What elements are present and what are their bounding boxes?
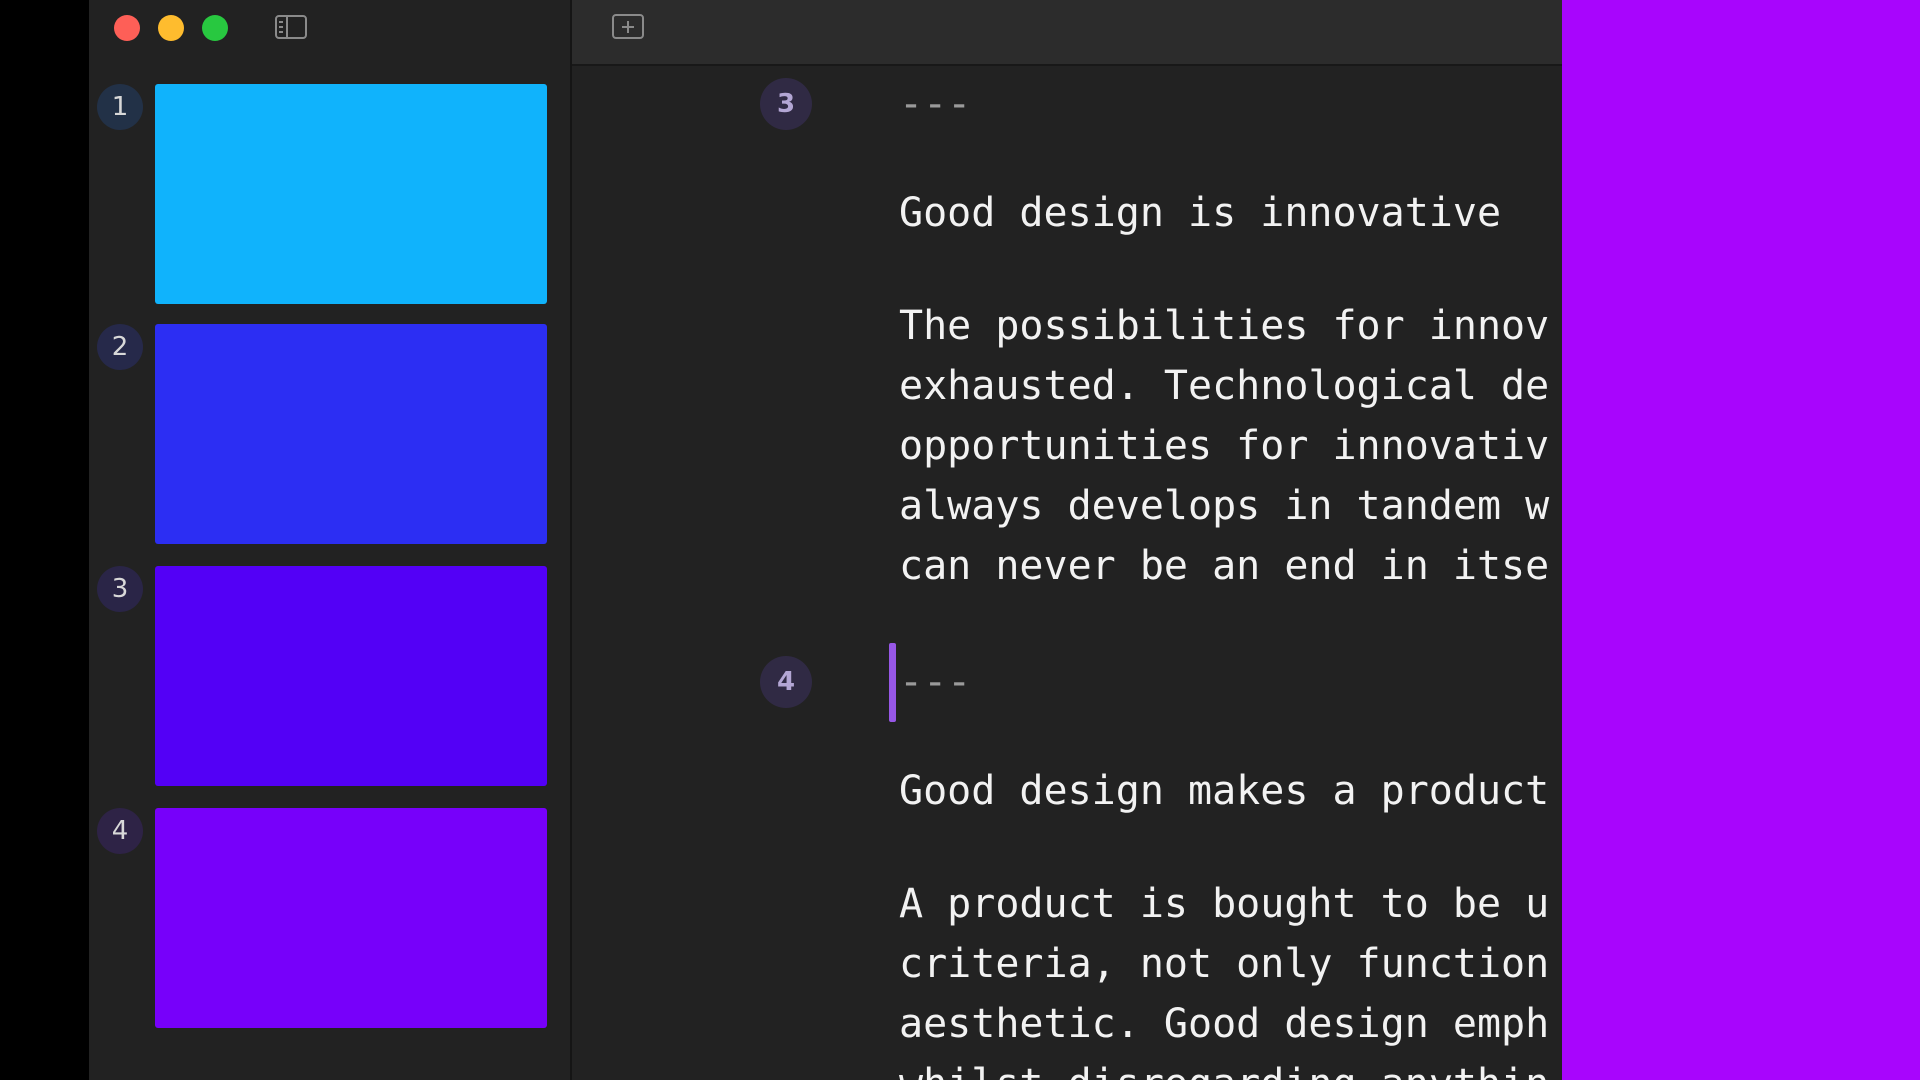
close-button[interactable] [114, 15, 140, 41]
slide-number-badge: 1 [97, 84, 143, 130]
slide-sidebar: 1 2 3 4 [89, 0, 572, 1080]
plus-square-icon[interactable] [612, 14, 644, 39]
slide-number-badge: 4 [97, 808, 143, 854]
maximize-button[interactable] [202, 15, 228, 41]
slide-separator: --- [899, 81, 972, 127]
app-window: 1 2 3 4 3 4 --- Good design is innovativ… [89, 0, 1562, 1080]
slide-number-badge: 3 [97, 566, 143, 612]
text-line: The possibilities for innov [899, 303, 1550, 349]
slide-thumbnail-row-2[interactable]: 2 [89, 324, 570, 544]
text-line: always develops in tandem w [899, 483, 1550, 529]
slide-marker-4: 4 [760, 656, 812, 708]
slide-thumbnail[interactable] [155, 808, 547, 1028]
editor-toolbar [572, 0, 1562, 66]
text-line: A product is bought to be u [899, 881, 1550, 927]
text-line: exhausted. Technological de [899, 363, 1550, 409]
slide-thumbnail-row-3[interactable]: 3 [89, 566, 570, 786]
text-cursor [889, 643, 896, 722]
text-line: can never be an end in itse [899, 543, 1550, 589]
slide-separator: --- [899, 659, 972, 705]
slide-heading: Good design is innovative [899, 190, 1502, 236]
slide-preview-panel [1562, 0, 1920, 1080]
slide-thumbnail[interactable] [155, 324, 547, 544]
slide-thumbnail-row-4[interactable]: 4 [89, 808, 570, 1028]
slide-heading: Good design makes a product [899, 768, 1550, 814]
slide-thumbnail[interactable] [155, 84, 547, 304]
minimize-button[interactable] [158, 15, 184, 41]
slide-thumbnail[interactable] [155, 566, 547, 786]
markdown-editor[interactable]: 3 4 --- Good design is innovative The po… [572, 0, 1562, 1080]
text-line: criteria, not only function [899, 941, 1550, 987]
sidebar-icon[interactable] [275, 15, 307, 39]
slide-thumbnail-row-1[interactable]: 1 [89, 84, 570, 304]
text-line: whilst disregarding anythin [899, 1054, 1549, 1080]
text-line: aesthetic. Good design emph [899, 1001, 1550, 1047]
slide-marker-3: 3 [760, 78, 812, 130]
text-line: opportunities for innovativ [899, 423, 1550, 469]
slide-number-badge: 2 [97, 324, 143, 370]
